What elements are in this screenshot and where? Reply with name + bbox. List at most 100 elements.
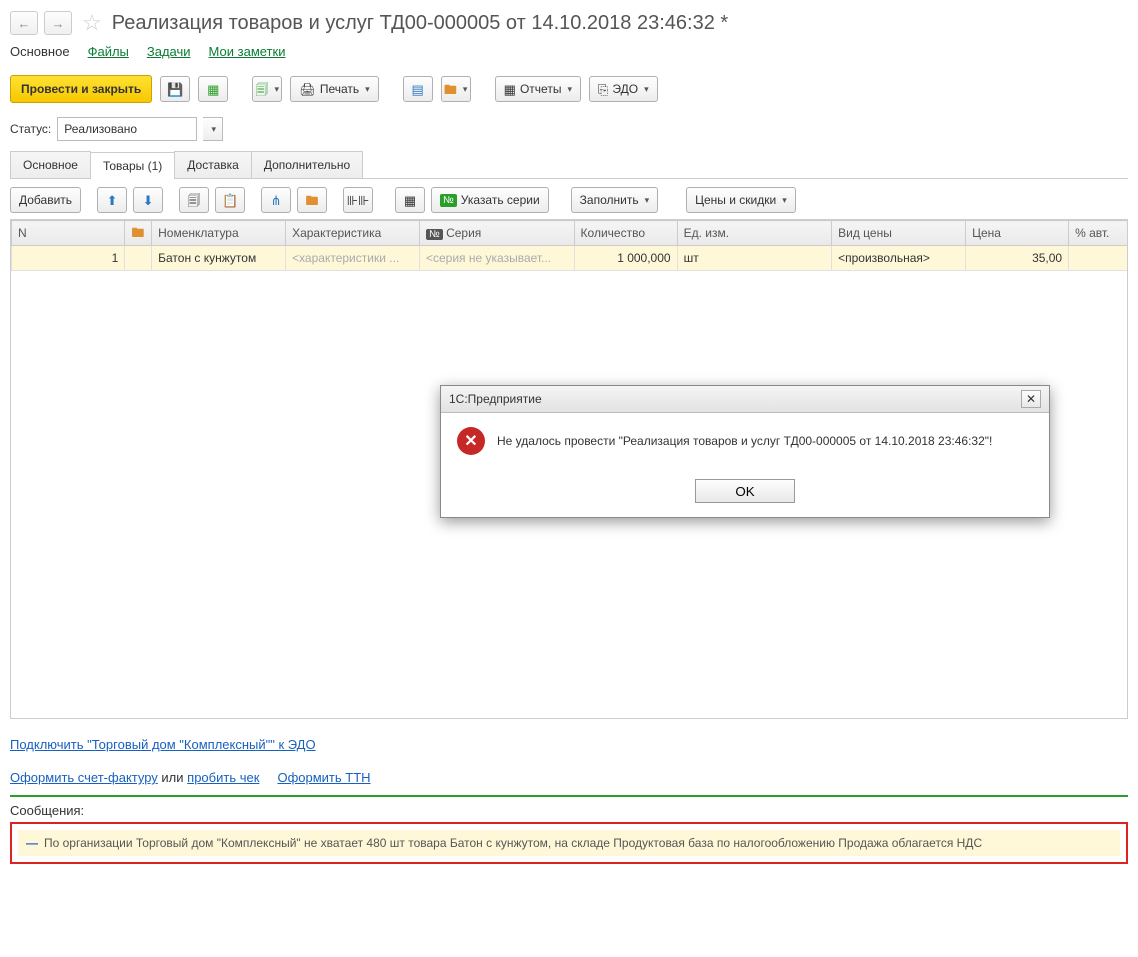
fill-button[interactable]: Заполнить ▾ — [571, 187, 658, 213]
error-dialog: 1С:Предприятие ✕ ✕ Не удалось провести "… — [440, 385, 1050, 518]
grid-button[interactable]: ▦ — [395, 187, 425, 213]
dialog-close-button[interactable]: ✕ — [1021, 390, 1041, 408]
edo-button[interactable]: ⎘ ЭДО ▾ — [589, 76, 658, 102]
col-unit[interactable]: Ед. изм. — [677, 221, 832, 246]
series-button[interactable]: №Указать серии — [431, 187, 549, 213]
cell-price[interactable]: 35,00 — [966, 246, 1069, 271]
col-pctauto[interactable]: % авт. — [1069, 221, 1128, 246]
barcode-button[interactable]: ⊪⊪ — [343, 187, 373, 213]
chevron-down-icon: ▾ — [644, 84, 649, 95]
reports-icon: ▦ — [504, 83, 516, 96]
tab-delivery[interactable]: Доставка — [174, 151, 252, 178]
col-series-label: Серия — [446, 226, 481, 240]
link-edo-connect[interactable]: Подключить "Торговый дом "Комплексный"" … — [10, 737, 316, 752]
back-button[interactable]: ← — [10, 11, 38, 35]
messages-label: Сообщения: — [10, 803, 1128, 818]
error-icon: ✕ — [457, 427, 485, 455]
col-series[interactable]: № Серия — [420, 221, 575, 246]
folder-button[interactable]: 🖿 — [297, 187, 327, 213]
cell-pctauto[interactable] — [1069, 246, 1128, 271]
paste-button[interactable]: 📋 — [215, 187, 245, 213]
folder-icon: 🖿 — [444, 83, 457, 96]
move-up-button[interactable]: ⬆ — [97, 187, 127, 213]
icon-button-2[interactable]: 🖿▾ — [441, 76, 471, 102]
doc-action-button[interactable]: 🗐▾ — [252, 76, 282, 102]
reports-label: Отчеты — [520, 82, 561, 96]
nav-notes[interactable]: Мои заметки — [209, 44, 286, 59]
divider — [10, 795, 1128, 797]
col-qty[interactable]: Количество — [574, 221, 677, 246]
cell-n[interactable]: 1 — [12, 246, 125, 271]
chevron-down-icon: ▾ — [275, 84, 280, 95]
chevron-down-icon: ▾ — [365, 84, 370, 95]
message-text: По организации Торговый дом "Комплексный… — [44, 836, 982, 850]
chevron-down-icon: ▾ — [645, 195, 650, 206]
status-select[interactable]: Реализовано — [57, 117, 197, 141]
col-pricetype[interactable]: Вид цены — [832, 221, 966, 246]
link-invoice[interactable]: Оформить счет-фактуру — [10, 770, 158, 785]
post-button[interactable]: ▦ — [198, 76, 228, 102]
cell-pricetype[interactable]: <произвольная> — [832, 246, 966, 271]
copy-icon: 🗐 — [188, 194, 201, 207]
fill-label: Заполнить — [580, 193, 639, 207]
series-badge-icon: № — [440, 194, 457, 207]
arrow-down-icon: ⬇ — [143, 194, 154, 207]
message-item[interactable]: —По организации Торговый дом "Комплексны… — [18, 830, 1120, 856]
move-down-button[interactable]: ⬇ — [133, 187, 163, 213]
table-row[interactable]: 1 Батон с кунжутом <характеристики ... <… — [12, 246, 1129, 271]
save-button[interactable]: 💾 — [160, 76, 190, 102]
dialog-title: 1С:Предприятие — [449, 392, 542, 406]
cell-qty[interactable]: 1 000,000 — [574, 246, 677, 271]
close-icon: ✕ — [1026, 392, 1036, 406]
grid-icon: ▦ — [404, 194, 416, 207]
nav-main[interactable]: Основное — [10, 44, 70, 59]
status-value: Реализовано — [64, 122, 137, 136]
nav-tasks[interactable]: Задачи — [147, 44, 191, 59]
cell-folder[interactable] — [125, 246, 152, 271]
edo-icon: ⎘ — [598, 83, 608, 96]
col-nomenclature[interactable]: Номенклатура — [152, 221, 286, 246]
edo-label: ЭДО — [612, 82, 638, 96]
col-folder[interactable]: 🖿 — [125, 221, 152, 246]
text-or: или — [158, 770, 187, 785]
tab-goods[interactable]: Товары (1) — [90, 152, 175, 179]
add-row-button[interactable]: Добавить — [10, 187, 81, 213]
tab-main[interactable]: Основное — [10, 151, 91, 178]
cell-unit[interactable]: шт — [677, 246, 832, 271]
dialog-text: Не удалось провести "Реализация товаров … — [497, 434, 992, 448]
post-and-close-button[interactable]: Провести и закрыть — [10, 75, 152, 103]
goods-table: N 🖿 Номенклатура Характеристика № Серия … — [11, 220, 1128, 271]
link-check[interactable]: пробить чек — [187, 770, 259, 785]
copy-button[interactable]: 🗐 — [179, 187, 209, 213]
col-price[interactable]: Цена — [966, 221, 1069, 246]
status-dropdown-button[interactable]: ▾ — [203, 117, 223, 141]
list-icon: ▤ — [412, 83, 424, 96]
page-title: Реализация товаров и услуг ТД00-000005 о… — [112, 12, 728, 35]
chevron-down-icon: ▾ — [567, 84, 572, 95]
icon-button-1[interactable]: ▤ — [403, 76, 433, 102]
dialog-ok-button[interactable]: OK — [695, 479, 795, 503]
favorite-star-icon[interactable]: ☆ — [82, 10, 102, 36]
arrow-up-icon: ⬆ — [107, 194, 118, 207]
reports-button[interactable]: ▦ Отчеты ▾ — [495, 76, 581, 102]
prices-discounts-button[interactable]: Цены и скидки ▾ — [686, 187, 796, 213]
cell-characteristic[interactable]: <характеристики ... — [286, 246, 420, 271]
forward-button[interactable]: → — [44, 11, 72, 35]
tab-extra[interactable]: Дополнительно — [251, 151, 363, 178]
barcode-icon: ⊪⊪ — [347, 194, 370, 207]
prices-label: Цены и скидки — [695, 193, 776, 207]
link-ttn[interactable]: Оформить ТТН — [277, 770, 370, 785]
status-label: Статус: — [10, 122, 51, 136]
chevron-down-icon: ▾ — [782, 195, 787, 206]
arrow-right-icon: → — [52, 16, 65, 31]
cell-series[interactable]: <серия не указывает... — [420, 246, 575, 271]
col-characteristic[interactable]: Характеристика — [286, 221, 420, 246]
cell-nomenclature[interactable]: Батон с кунжутом — [152, 246, 286, 271]
share-icon: ⋔ — [271, 194, 282, 207]
col-n[interactable]: N — [12, 221, 125, 246]
save-icon: 💾 — [167, 83, 183, 96]
folder-icon: 🖿 — [306, 194, 319, 207]
nav-files[interactable]: Файлы — [88, 44, 129, 59]
print-button[interactable]: 🖨Печать▾ — [290, 76, 378, 102]
share-button[interactable]: ⋔ — [261, 187, 291, 213]
